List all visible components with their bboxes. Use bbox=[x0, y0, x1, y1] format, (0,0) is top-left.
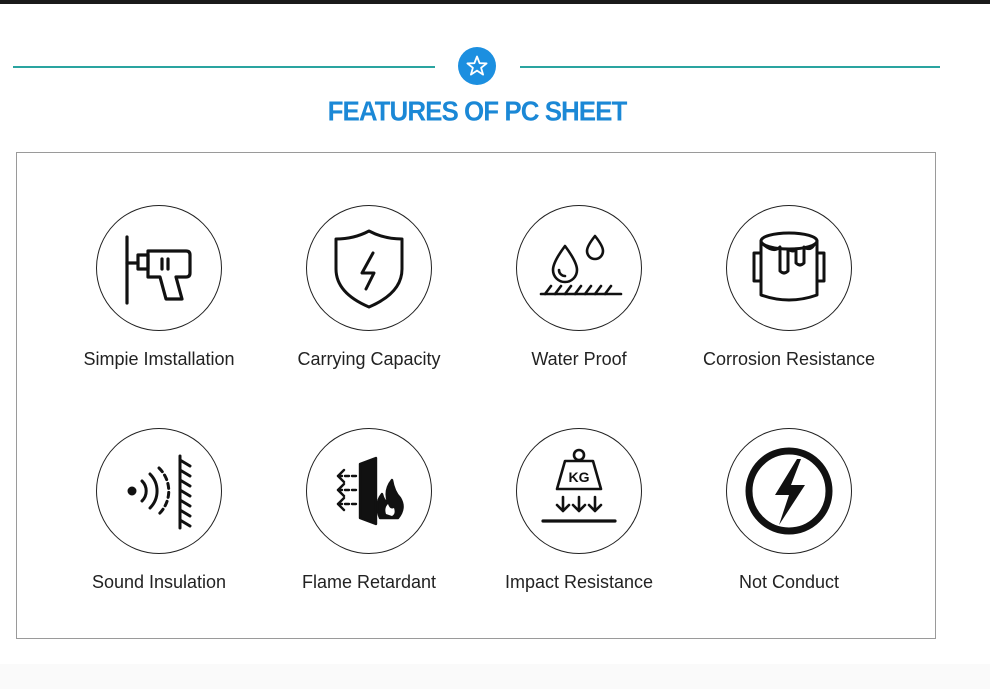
paint-bucket-icon bbox=[726, 205, 852, 331]
flame-barrier-icon bbox=[306, 428, 432, 554]
feature-label: Simpie Imstallation bbox=[83, 349, 235, 369]
sound-wall-icon bbox=[96, 428, 222, 554]
feature-label: Sound Insulation bbox=[91, 572, 227, 592]
feature-label: Water Proof bbox=[531, 349, 627, 369]
weight-kg-icon: KG bbox=[516, 428, 642, 554]
divider-right bbox=[520, 66, 940, 68]
page-title: FEATURES OF PC SHEET bbox=[327, 95, 628, 127]
divider-left bbox=[13, 66, 435, 68]
weight-kg-text: KG bbox=[569, 469, 590, 485]
shield-lightning-icon bbox=[306, 205, 432, 331]
top-bar bbox=[0, 0, 990, 4]
no-electricity-icon bbox=[726, 428, 852, 554]
feature-label: Corrosion Resistance bbox=[702, 349, 876, 369]
feature-label: Impact Resistance bbox=[504, 572, 654, 592]
feature-label: Flame Retardant bbox=[301, 572, 437, 592]
feature-label: Not Conduct bbox=[738, 572, 840, 592]
footer-strip bbox=[0, 664, 990, 689]
star-icon bbox=[458, 47, 496, 85]
features-panel: Simpie Imstallation Carrying Capacity Wa… bbox=[16, 152, 936, 639]
feature-label: Carrying Capacity bbox=[297, 349, 441, 369]
drill-icon bbox=[96, 205, 222, 331]
water-drops-icon bbox=[516, 205, 642, 331]
